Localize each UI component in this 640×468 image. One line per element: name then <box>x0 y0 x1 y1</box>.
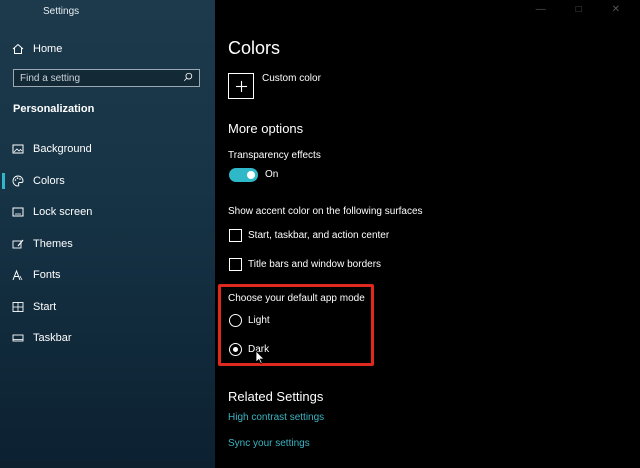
selection-indicator <box>2 173 5 189</box>
page-title: Colors <box>228 38 281 58</box>
start-taskbar-checkbox[interactable] <box>229 229 242 242</box>
image-icon <box>12 143 24 155</box>
highlight-box <box>218 284 374 366</box>
sidebar-item-label: Taskbar <box>33 332 72 344</box>
transparency-label: Transparency effects <box>228 150 321 161</box>
title-bars-checkbox[interactable] <box>229 258 242 271</box>
custom-color-label[interactable]: Custom color <box>262 73 321 84</box>
mouse-cursor-icon <box>255 350 265 364</box>
sidebar-item-lock-screen[interactable]: Lock screen <box>12 201 92 223</box>
sidebar-item-colors[interactable]: Colors <box>12 170 65 192</box>
sidebar-item-background[interactable]: Background <box>12 138 92 160</box>
lock-screen-icon <box>12 206 24 218</box>
sidebar-item-label: Background <box>33 143 92 155</box>
close-icon[interactable]: ✕ <box>612 4 620 15</box>
brush-icon <box>12 238 24 250</box>
nav-home[interactable]: Home <box>12 38 62 60</box>
plus-icon <box>235 80 247 92</box>
palette-icon <box>12 175 24 187</box>
nav-home-label: Home <box>33 43 63 55</box>
sidebar-item-themes[interactable]: Themes <box>12 233 73 255</box>
high-contrast-link[interactable]: High contrast settings <box>228 412 324 423</box>
custom-color-button[interactable] <box>228 73 254 99</box>
search-input[interactable] <box>20 72 170 84</box>
maximize-icon[interactable]: □ <box>576 4 582 15</box>
sidebar-item-label: Themes <box>33 238 73 250</box>
taskbar-icon <box>12 332 24 344</box>
sidebar-item-label: Colors <box>33 175 65 187</box>
related-settings-heading: Related Settings <box>228 389 324 404</box>
search-icon[interactable] <box>183 69 193 87</box>
font-icon <box>12 269 24 281</box>
transparency-toggle[interactable] <box>229 168 258 182</box>
accent-surfaces-label: Show accent color on the following surfa… <box>228 206 423 217</box>
sidebar-item-taskbar[interactable]: Taskbar <box>12 327 72 349</box>
window-controls: — □ ✕ <box>516 0 640 19</box>
sidebar-item-start[interactable]: Start <box>12 296 56 318</box>
sidebar-item-label: Fonts <box>33 269 61 281</box>
transparency-state: On <box>265 169 279 180</box>
start-grid-icon <box>12 301 24 313</box>
start-taskbar-label[interactable]: Start, taskbar, and action center <box>248 230 389 241</box>
more-options-heading: More options <box>228 121 304 136</box>
search-box[interactable] <box>13 69 200 87</box>
sidebar: Settings Home Personalization Background… <box>0 0 215 468</box>
sidebar-item-label: Lock screen <box>33 206 93 218</box>
sync-settings-link[interactable]: Sync your settings <box>228 438 310 449</box>
window-title: Settings <box>43 6 80 17</box>
sidebar-item-label: Start <box>33 301 57 313</box>
home-icon <box>12 43 24 55</box>
toggle-knob <box>247 171 255 179</box>
minimize-icon[interactable]: — <box>536 4 546 15</box>
title-bars-label[interactable]: Title bars and window borders <box>248 259 381 270</box>
section-title: Personalization <box>13 103 95 115</box>
sidebar-item-fonts[interactable]: Fonts <box>12 264 61 286</box>
